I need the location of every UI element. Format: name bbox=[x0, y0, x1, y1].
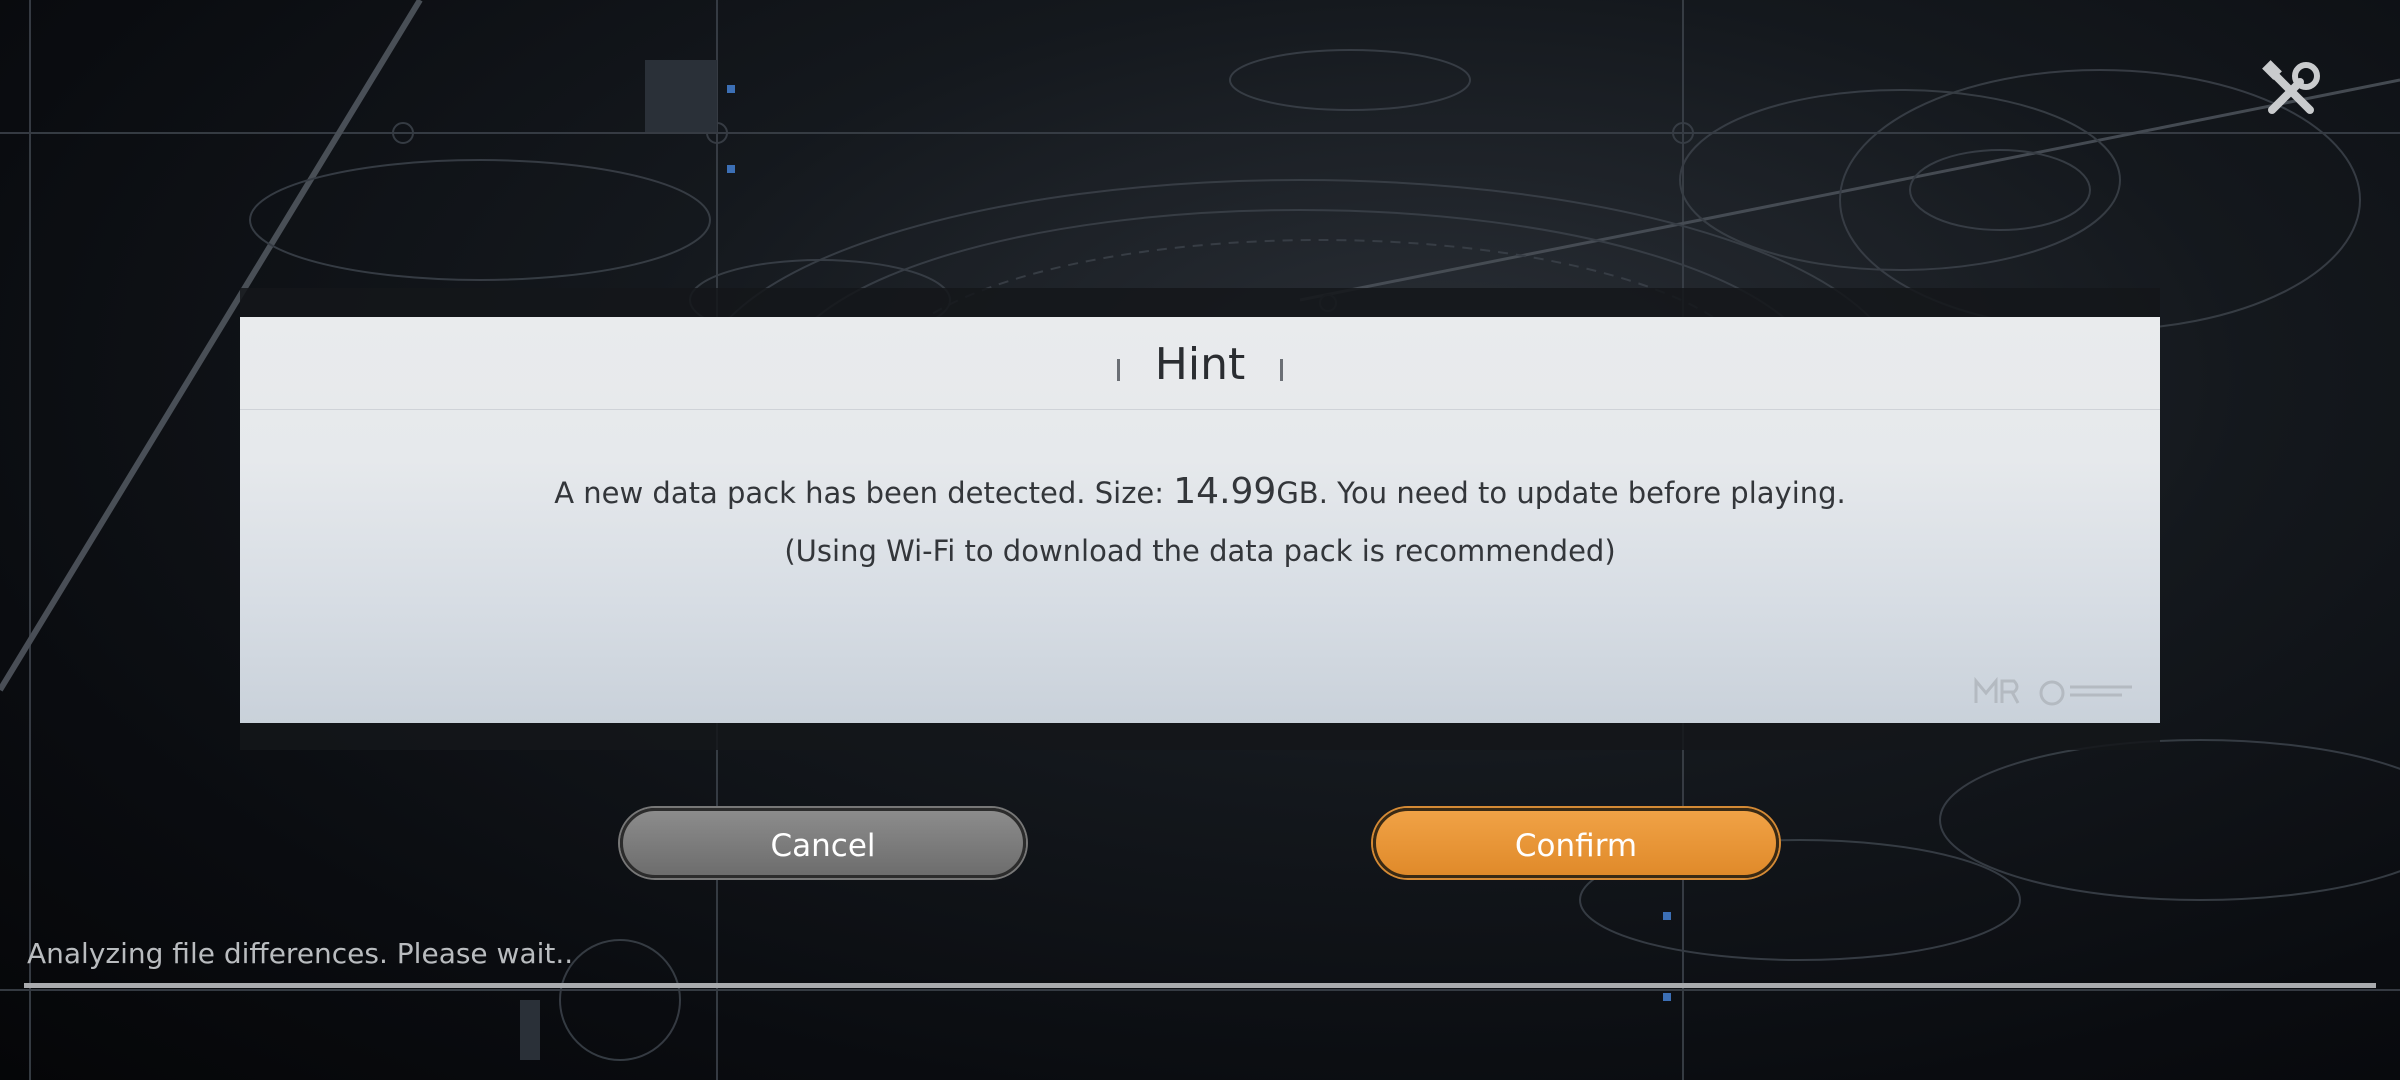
publisher-logo-watermark bbox=[1974, 676, 2132, 706]
dialog-header: Hint bbox=[240, 317, 2160, 410]
status-text: Analyzing file differences. Please wait.… bbox=[27, 937, 574, 970]
game-screen: Hint A new data pack has been detected. … bbox=[0, 0, 2400, 1080]
dialog-message: A new data pack has been detected. Size:… bbox=[240, 463, 2160, 580]
message-line-1: A new data pack has been detected. Size:… bbox=[240, 463, 2160, 522]
progress-bar-fill bbox=[24, 983, 2376, 988]
message-prefix: A new data pack has been detected. Size: bbox=[554, 476, 1174, 510]
settings-tools-button[interactable] bbox=[2260, 60, 2322, 122]
message-line-2: (Using Wi-Fi to download the data pack i… bbox=[784, 534, 1616, 568]
message-suffix: GB. You need to update before playing. bbox=[1276, 476, 1846, 510]
cancel-button[interactable]: Cancel bbox=[620, 808, 1026, 878]
hint-dialog: Hint A new data pack has been detected. … bbox=[240, 317, 2160, 723]
title-right-marker bbox=[1280, 359, 1283, 381]
confirm-button[interactable]: Confirm bbox=[1373, 808, 1779, 878]
progress-bar bbox=[24, 983, 2376, 988]
download-size-value: 14.99 bbox=[1173, 471, 1277, 512]
dialog-title: Hint bbox=[1154, 339, 1246, 390]
tools-icon bbox=[2262, 60, 2320, 114]
